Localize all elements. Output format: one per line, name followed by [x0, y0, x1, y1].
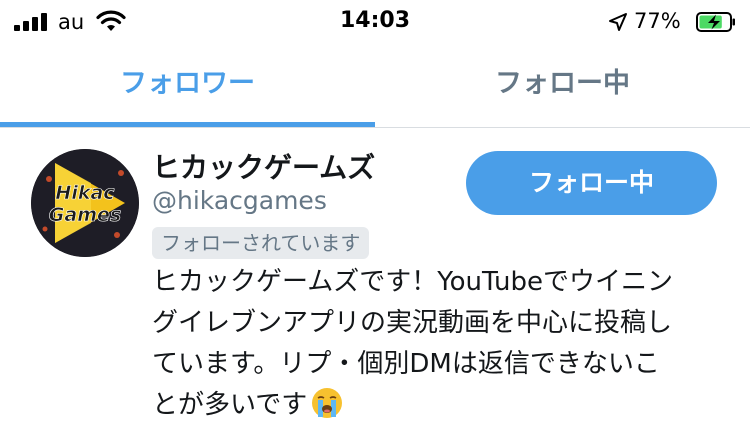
avatar[interactable]: Hikac Games [31, 149, 139, 257]
bio-line: ヒカックゲームズです！YouTubeでウイニン [152, 267, 673, 297]
loudly-crying-face-icon [312, 388, 343, 418]
location-arrow-icon [609, 13, 627, 31]
tab-followers[interactable]: フォロワー [0, 58, 375, 128]
battery-percentage: 77% [634, 9, 681, 33]
status-bar: au 14:03 77% [0, 0, 750, 44]
battery-charging-icon [696, 12, 735, 32]
following-button[interactable]: フォロー中 [466, 151, 717, 215]
avatar-text-line2: Games [49, 204, 121, 226]
user-handle[interactable]: @hikacgames [152, 186, 327, 215]
user-display-name[interactable]: ヒカックゲームズ [152, 146, 375, 186]
avatar-text-line1: Hikac [55, 182, 115, 204]
active-tab-indicator [0, 122, 375, 127]
bio-line: ています。リプ・個別DMは返信できないこ [152, 349, 660, 379]
bio-line-text: とが多いです [152, 390, 308, 420]
user-bio: ヒカックゲームズです！YouTubeでウイニン グイレブンアプリの実況動画を中心… [152, 262, 732, 426]
bio-line-last: とが多いです [152, 385, 732, 426]
tab-following[interactable]: フォロー中 [375, 58, 750, 128]
follows-you-badge: フォローされています [152, 227, 370, 259]
avatar-logo: Hikac Games [31, 149, 139, 257]
bio-line: グイレブンアプリの実況動画を中心に投稿し [152, 308, 673, 338]
tab-bar: フォロワー フォロー中 [0, 58, 750, 128]
